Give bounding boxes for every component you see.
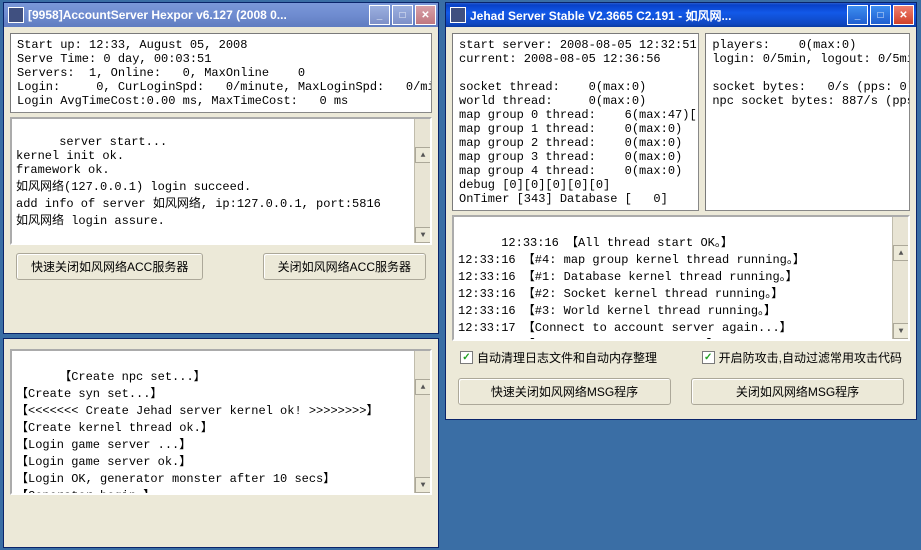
button-row: 快速关闭如风网络ACC服务器 关闭如风网络ACC服务器 xyxy=(10,249,432,284)
stats-right-panel: players: 0(max:0) login: 0/5min, logout:… xyxy=(705,33,910,211)
scrollbar[interactable]: ▲ ▼ xyxy=(414,351,430,493)
scroll-up-icon[interactable]: ▲ xyxy=(893,245,909,261)
client-area: start server: 2008-08-05 12:32:51 curren… xyxy=(446,27,916,419)
window-controls: _ □ ✕ xyxy=(369,5,436,25)
window-title: Jehad Server Stable V2.3665 C2.191 - 如风网… xyxy=(470,7,847,24)
stats-panel: Start up: 12:33, August 05, 2008 Serve T… xyxy=(10,33,432,113)
fast-close-acc-button[interactable]: 快速关闭如风网络ACC服务器 xyxy=(16,253,203,280)
log-text: server start... kernel init ok. framewor… xyxy=(16,135,381,228)
close-button[interactable]: ✕ xyxy=(893,5,914,25)
log-panel: server start... kernel init ok. framewor… xyxy=(10,117,432,245)
log-panel: 【Create npc set...】 【Create syn set...】 … xyxy=(10,349,432,495)
window-controls: _ □ ✕ xyxy=(847,5,914,25)
titlebar[interactable]: [9958]AccountServer Hexpor v6.127 (2008 … xyxy=(4,3,438,27)
app-icon xyxy=(450,7,466,23)
scrollbar[interactable]: ▲ ▼ xyxy=(892,217,908,339)
close-msg-button[interactable]: 关闭如风网络MSG程序 xyxy=(691,378,904,405)
minimize-button[interactable]: _ xyxy=(847,5,868,25)
client-area: Start up: 12:33, August 05, 2008 Serve T… xyxy=(4,27,438,333)
maximize-button[interactable]: □ xyxy=(392,5,413,25)
window-title: [9958]AccountServer Hexpor v6.127 (2008 … xyxy=(28,8,369,22)
log-panel: 12:33:16 【All thread start OK。】 12:33:16… xyxy=(452,215,910,341)
scroll-up-icon[interactable]: ▲ xyxy=(415,147,431,163)
checkbox-label: 自动清理日志文件和自动内存整理 xyxy=(477,349,657,366)
log-text: 【Create npc set...】 【Create syn set...】 … xyxy=(16,370,378,495)
close-button[interactable]: ✕ xyxy=(415,5,436,25)
client-area: 【Create npc set...】 【Create syn set...】 … xyxy=(4,339,438,547)
titlebar[interactable]: Jehad Server Stable V2.3665 C2.191 - 如风网… xyxy=(446,3,916,27)
auto-clean-checkbox[interactable]: ✓ 自动清理日志文件和自动内存整理 xyxy=(460,349,657,366)
log-text: 12:33:16 【All thread start OK。】 12:33:16… xyxy=(458,236,805,341)
defend-checkbox[interactable]: ✓ 开启防攻击,自动过滤常用攻击代码 xyxy=(702,349,902,366)
checkbox-row: ✓ 自动清理日志文件和自动内存整理 ✓ 开启防攻击,自动过滤常用攻击代码 xyxy=(452,345,910,370)
account-server-window: [9958]AccountServer Hexpor v6.127 (2008 … xyxy=(3,2,439,334)
checkbox-icon: ✓ xyxy=(702,351,715,364)
jehad-server-window: Jehad Server Stable V2.3665 C2.191 - 如风网… xyxy=(445,2,917,420)
close-acc-button[interactable]: 关闭如风网络ACC服务器 xyxy=(263,253,426,280)
checkbox-label: 开启防攻击,自动过滤常用攻击代码 xyxy=(719,349,902,366)
checkbox-icon: ✓ xyxy=(460,351,473,364)
fast-close-msg-button[interactable]: 快速关闭如风网络MSG程序 xyxy=(458,378,671,405)
scrollbar[interactable]: ▲ ▼ xyxy=(414,119,430,243)
stats-left-panel: start server: 2008-08-05 12:32:51 curren… xyxy=(452,33,699,211)
scroll-down-icon[interactable]: ▼ xyxy=(893,323,909,339)
stats-row: start server: 2008-08-05 12:32:51 curren… xyxy=(452,33,910,211)
scroll-up-icon[interactable]: ▲ xyxy=(415,379,431,395)
scroll-down-icon[interactable]: ▼ xyxy=(415,477,431,493)
lower-log-window: 【Create npc set...】 【Create syn set...】 … xyxy=(3,338,439,548)
scroll-down-icon[interactable]: ▼ xyxy=(415,227,431,243)
minimize-button[interactable]: _ xyxy=(369,5,390,25)
maximize-button[interactable]: □ xyxy=(870,5,891,25)
app-icon xyxy=(8,7,24,23)
button-row: 快速关闭如风网络MSG程序 关闭如风网络MSG程序 xyxy=(452,374,910,409)
